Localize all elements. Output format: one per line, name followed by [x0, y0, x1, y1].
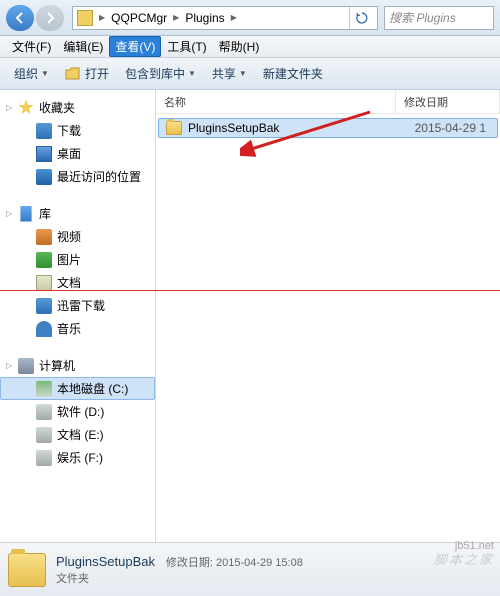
- recent-icon: [36, 169, 52, 185]
- download-icon: [36, 123, 52, 139]
- menu-edit[interactable]: 编辑(E): [57, 36, 109, 57]
- nav-desktop[interactable]: 桌面: [0, 142, 155, 165]
- computer-icon: [18, 358, 34, 374]
- include-button[interactable]: 包含到库中▼: [117, 61, 204, 86]
- chevron-down-icon: ▼: [239, 69, 247, 78]
- body-area: 收藏夹 下载 桌面 最近访问的位置 库 视频 图片 文档 迅雷下载 音乐 计算机…: [0, 90, 500, 542]
- folder-large-icon: [8, 553, 46, 587]
- details-pane: PluginsSetupBak 修改日期: 2015-04-29 15:08 文…: [0, 542, 500, 596]
- file-row[interactable]: PluginsSetupBak 2015-04-29 1: [158, 118, 498, 138]
- folder-icon: [166, 121, 182, 135]
- star-icon: [18, 100, 34, 116]
- disk-icon: [36, 427, 52, 443]
- newfolder-button[interactable]: 新建文件夹: [255, 61, 331, 86]
- chevron-icon: ▶: [231, 13, 237, 22]
- nav-recent[interactable]: 最近访问的位置: [0, 165, 155, 188]
- open-button[interactable]: 打开: [57, 61, 117, 86]
- search-placeholder: 搜索 Plugins: [389, 9, 456, 26]
- nav-local-c[interactable]: 本地磁盘 (C:): [0, 377, 155, 400]
- menubar: 文件(F) 编辑(E) 查看(V) 工具(T) 帮助(H): [0, 36, 500, 58]
- video-icon: [36, 229, 52, 245]
- folder-icon: [77, 10, 93, 26]
- disk-icon: [36, 404, 52, 420]
- chevron-down-icon: ▼: [41, 69, 49, 78]
- toolbar: 组织▼ 打开 包含到库中▼ 共享▼ 新建文件夹: [0, 58, 500, 90]
- nav-music[interactable]: 音乐: [0, 317, 155, 340]
- menu-file[interactable]: 文件(F): [6, 36, 57, 57]
- breadcrumb-seg[interactable]: Plugins: [181, 9, 228, 27]
- search-input[interactable]: 搜索 Plugins: [384, 6, 494, 30]
- col-date[interactable]: 修改日期: [396, 90, 500, 114]
- nav-disk-e[interactable]: 文档 (E:): [0, 423, 155, 446]
- nav-disk-f[interactable]: 娱乐 (F:): [0, 446, 155, 469]
- organize-button[interactable]: 组织▼: [6, 61, 57, 86]
- file-date: 2015-04-29 1: [415, 121, 486, 135]
- details-type: 文件夹: [56, 570, 303, 586]
- watermark: 脚本之家: [434, 549, 494, 568]
- chevron-down-icon: ▼: [188, 69, 196, 78]
- nav-computer[interactable]: 计算机: [0, 354, 155, 377]
- menu-tools[interactable]: 工具(T): [161, 36, 212, 57]
- nav-xunlei[interactable]: 迅雷下载: [0, 294, 155, 317]
- disk-icon: [36, 381, 52, 397]
- refresh-button[interactable]: [349, 7, 373, 29]
- address-bar[interactable]: ▶ QQPCMgr ▶ Plugins ▶: [72, 6, 378, 30]
- nav-pictures[interactable]: 图片: [0, 248, 155, 271]
- nav-favorites[interactable]: 收藏夹: [0, 96, 155, 119]
- arrow-left-icon: [13, 11, 27, 25]
- download-icon: [36, 298, 52, 314]
- nav-downloads[interactable]: 下载: [0, 119, 155, 142]
- column-headers: 名称 修改日期: [156, 90, 500, 114]
- menu-view[interactable]: 查看(V): [109, 36, 161, 57]
- nav-documents[interactable]: 文档: [0, 271, 155, 294]
- pictures-icon: [36, 252, 52, 268]
- share-button[interactable]: 共享▼: [204, 61, 255, 86]
- chevron-icon: ▶: [173, 13, 179, 22]
- details-name: PluginsSetupBak 修改日期: 2015-04-29 15:08: [56, 554, 303, 570]
- nav-pane: 收藏夹 下载 桌面 最近访问的位置 库 视频 图片 文档 迅雷下载 音乐 计算机…: [0, 90, 156, 542]
- desktop-icon: [36, 146, 52, 162]
- nav-disk-d[interactable]: 软件 (D:): [0, 400, 155, 423]
- music-icon: [36, 321, 52, 337]
- titlebar: ▶ QQPCMgr ▶ Plugins ▶ 搜索 Plugins: [0, 0, 500, 36]
- breadcrumb-seg[interactable]: QQPCMgr: [107, 9, 171, 27]
- nav-libraries[interactable]: 库: [0, 202, 155, 225]
- chevron-icon: ▶: [99, 13, 105, 22]
- col-name[interactable]: 名称: [156, 90, 396, 114]
- disk-icon: [36, 450, 52, 466]
- documents-icon: [36, 275, 52, 291]
- content-pane: 名称 修改日期 PluginsSetupBak 2015-04-29 1: [156, 90, 500, 542]
- menu-help[interactable]: 帮助(H): [213, 36, 266, 57]
- arrow-right-icon: [43, 11, 57, 25]
- library-icon: [18, 206, 34, 222]
- nav-videos[interactable]: 视频: [0, 225, 155, 248]
- file-name: PluginsSetupBak: [188, 121, 415, 135]
- back-button[interactable]: [6, 5, 34, 31]
- open-folder-icon: [65, 67, 81, 81]
- refresh-icon: [356, 12, 368, 24]
- forward-button[interactable]: [36, 5, 64, 31]
